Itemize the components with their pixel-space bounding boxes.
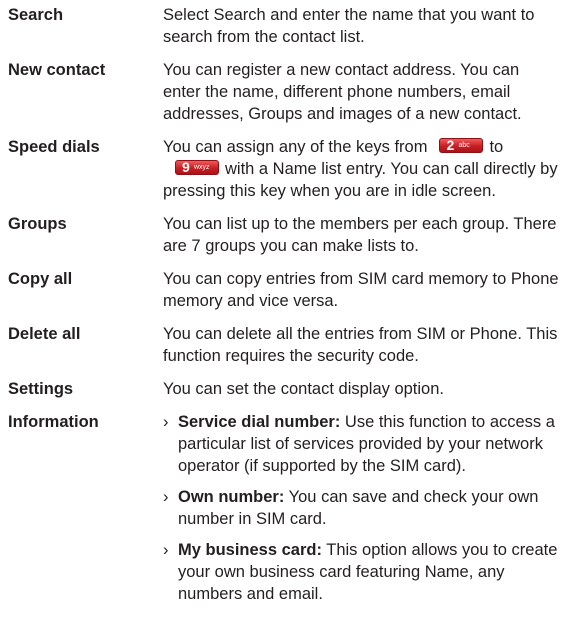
key-2-icon: 2 abc	[439, 137, 484, 153]
desc-search: Select Search and enter the name that yo…	[163, 6, 535, 46]
chevron-right-icon: ›	[163, 488, 169, 506]
entry-speed-dials: Speed dials You can assign any of the ke…	[8, 136, 572, 202]
bullet-service-dial-number: › Service dial number: Use this function …	[163, 411, 561, 477]
bullet-label: My business card:	[178, 541, 322, 559]
term-copy-all: Copy all	[8, 270, 73, 288]
desc-delete-all: You can delete all the entries from SIM …	[163, 325, 558, 365]
entry-delete-all: Delete all You can delete all the entrie…	[8, 323, 572, 367]
chevron-right-icon: ›	[163, 413, 169, 431]
entry-copy-all: Copy all You can copy entries from SIM c…	[8, 268, 572, 312]
key-9-number: 9	[182, 159, 190, 175]
speed-dials-text-before: You can assign any of the keys from	[163, 138, 428, 156]
term-delete-all: Delete all	[8, 325, 81, 343]
desc-new-contact: You can register a new contact address. …	[163, 61, 522, 123]
term-settings: Settings	[8, 380, 74, 398]
information-bullet-list: › Service dial number: Use this function …	[163, 411, 561, 605]
speed-dials-text-after: with a Name list entry. You can call dir…	[163, 160, 558, 200]
term-new-contact: New contact	[8, 61, 106, 79]
chevron-right-icon: ›	[163, 541, 169, 559]
term-speed-dials: Speed dials	[8, 138, 100, 156]
key-2-letters: abc	[458, 142, 470, 149]
desc-settings: You can set the contact display option.	[163, 380, 444, 398]
entry-new-contact: New contact You can register a new conta…	[8, 59, 572, 125]
entry-information: Information › Service dial number: Use th…	[8, 411, 572, 614]
manual-page: Search Select Search and enter the name …	[0, 0, 572, 621]
term-groups: Groups	[8, 215, 67, 233]
speed-dials-text-middle: to	[489, 138, 504, 156]
desc-information: › Service dial number: Use this function …	[163, 411, 561, 614]
key-9-letters: wxyz	[194, 164, 210, 171]
term-search: Search	[8, 6, 64, 24]
desc-groups: You can list up to the members per each …	[163, 215, 557, 255]
bullet-label: Own number:	[178, 488, 285, 506]
desc-copy-all: You can copy entries from SIM card memor…	[163, 270, 559, 310]
entry-groups: Groups You can list up to the members pe…	[8, 213, 572, 257]
entry-settings: Settings You can set the contact display…	[8, 378, 572, 400]
bullet-label: Service dial number:	[178, 413, 341, 431]
entry-search: Search Select Search and enter the name …	[8, 4, 572, 48]
term-information: Information	[8, 413, 99, 431]
desc-speed-dials: You can assign any of the keys from 2 abc t…	[163, 136, 561, 202]
key-9-icon: 9 wxyz	[175, 159, 219, 175]
bullet-my-business-card: › My business card: This option allows yo…	[163, 539, 561, 605]
bullet-own-number: › Own number: You can save and check your…	[163, 486, 561, 530]
key-2-number: 2	[446, 137, 455, 153]
